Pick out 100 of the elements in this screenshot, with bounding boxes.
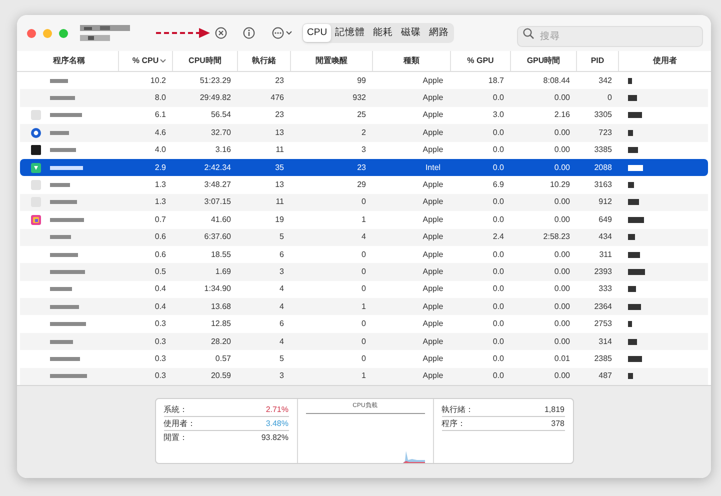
stat-value: 1,819 — [544, 404, 564, 416]
table-cell: 0.3 — [154, 336, 166, 346]
table-cell: Apple — [422, 250, 444, 259]
table-cell: 1.3 — [154, 180, 166, 190]
table-cell: Apple — [422, 110, 444, 120]
sort-caret-icon — [160, 59, 166, 63]
table-cell: 32.70 — [210, 128, 231, 137]
column-header[interactable]: 執行緒 — [252, 55, 276, 67]
process-row[interactable]: 2.9 2:42.34 35 23 Intel 0.0 0.00 2088 — [20, 158, 708, 176]
table-cell: 10.29 — [550, 180, 570, 190]
redacted-user — [628, 164, 643, 171]
table-cell: 0.0 — [492, 197, 504, 206]
table-cell: 2393 — [594, 266, 612, 276]
table-cell: 3.0 — [492, 110, 504, 120]
table-cell: 723 — [598, 128, 612, 137]
column-header[interactable]: 程序名稱 — [53, 55, 85, 67]
table-cell: 4 — [362, 232, 366, 242]
redacted-name — [50, 340, 73, 344]
process-row[interactable]: 0.3 20.59 3 1 Apple 0.0 0.00 487 — [20, 368, 708, 386]
table-cell: 13 — [275, 128, 284, 137]
column-header[interactable]: 使用者 — [653, 55, 677, 67]
app-icon — [30, 126, 42, 139]
column-header[interactable]: 種類 — [404, 55, 420, 67]
table-cell: 0 — [608, 93, 612, 102]
table-cell: 4 — [280, 284, 284, 294]
redacted-title — [80, 25, 130, 41]
table-cell: 0 — [362, 319, 366, 328]
table-cell: 2 — [362, 128, 366, 137]
table-cell: 0.0 — [492, 93, 504, 102]
process-row[interactable]: 8.0 29:49.82 476 932 Apple 0.0 0.00 0 — [20, 89, 708, 107]
process-row[interactable]: 0.5 1.69 3 0 Apple 0.0 0.00 2393 — [20, 263, 708, 281]
redacted-name — [50, 96, 75, 100]
stat-label: 系統： — [164, 404, 188, 416]
table-cell: 23 — [357, 162, 366, 172]
process-row[interactable]: 0.4 13.68 4 1 Apple 0.0 0.00 2364 — [20, 298, 708, 316]
table-cell: 0.0 — [492, 371, 504, 380]
search-field[interactable]: 搜尋 — [517, 26, 703, 46]
stat-label: 執行緒： — [442, 404, 474, 416]
table-cell: Apple — [422, 266, 444, 276]
column-header[interactable]: % GPU — [467, 55, 494, 67]
redacted-name — [50, 322, 86, 326]
redacted-user — [628, 268, 645, 275]
table-cell: 3385 — [594, 145, 612, 154]
info-icon — [243, 27, 255, 39]
column-header[interactable]: % CPU — [132, 55, 159, 67]
table-cell: 1 — [362, 214, 366, 224]
table-cell: 41.60 — [210, 214, 231, 224]
close-icon — [215, 27, 227, 39]
table-cell: 6 — [280, 319, 284, 328]
table-cell: 0.01 — [554, 354, 570, 363]
table-cell: 0 — [362, 354, 366, 363]
table-cell: 0.00 — [554, 284, 570, 294]
column-header[interactable]: CPU時間 — [188, 55, 222, 67]
redacted-user — [628, 286, 636, 292]
tab[interactable]: 能耗 — [369, 24, 398, 42]
table-cell: 333 — [598, 284, 612, 294]
table-cell: 0.4 — [154, 284, 166, 294]
table-cell: 0 — [362, 250, 366, 259]
table-cell: 912 — [598, 197, 612, 206]
table-cell: 2.16 — [554, 110, 570, 120]
table-cell: 0.00 — [554, 93, 570, 102]
redacted-name — [50, 235, 71, 240]
process-row[interactable]: 0.6 6:37.60 5 4 Apple 2.4 2:58.23 434 — [20, 228, 708, 246]
table-cell: 6 — [280, 250, 284, 259]
redacted-user — [628, 252, 640, 258]
tab[interactable]: 記憶體 — [331, 24, 370, 42]
process-row[interactable]: 4.6 32.70 13 2 Apple 0.0 0.00 723 — [20, 124, 708, 142]
column-header[interactable]: 閒置喚醒 — [316, 55, 348, 67]
column-header[interactable]: GPU時間 — [526, 55, 560, 67]
redacted-name — [50, 374, 87, 378]
redacted-name — [50, 78, 68, 83]
tab[interactable]: 網路 — [425, 24, 454, 42]
table-cell: 2364 — [594, 302, 612, 311]
tab[interactable]: 磁碟 — [397, 24, 426, 42]
process-row[interactable]: 1.3 3:07.15 11 0 Apple 0.0 0.00 912 — [20, 194, 708, 212]
table-cell: 0.7 — [154, 214, 166, 224]
table-cell: 0.6 — [154, 250, 166, 259]
table-cell: 0.0 — [492, 319, 504, 328]
column-header[interactable]: PID — [590, 55, 604, 67]
table-cell: Apple — [422, 197, 444, 206]
redacted-name — [50, 304, 79, 309]
table-cell: 11 — [276, 197, 284, 206]
table-cell: 18.7 — [488, 76, 504, 85]
table-cell: 314 — [598, 336, 612, 346]
table-cell: 2088 — [594, 162, 612, 172]
stat-label: 程序： — [442, 418, 466, 430]
redacted-user — [628, 373, 633, 380]
table-cell: 0.00 — [554, 336, 570, 346]
table-cell: 3 — [280, 266, 284, 276]
table-cell: 476 — [270, 93, 284, 102]
table-cell: 0.00 — [554, 250, 570, 259]
stat-value: 2.71% — [266, 404, 288, 416]
more-icon — [272, 27, 284, 39]
table-cell: 649 — [598, 214, 612, 224]
tab[interactable]: CPU — [303, 24, 332, 42]
table-cell: 0.3 — [154, 371, 166, 380]
table-cell: Apple — [422, 180, 444, 190]
table-cell: 29:49.82 — [200, 93, 231, 102]
process-row[interactable]: 0.3 28.20 4 0 Apple 0.0 0.00 314 — [20, 332, 708, 350]
table-cell: 18.55 — [210, 250, 231, 259]
